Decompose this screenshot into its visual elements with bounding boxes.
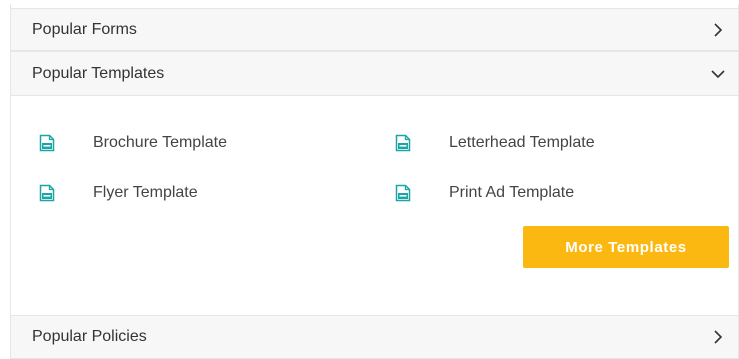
template-label: Print Ad Template [449,184,575,201]
template-link-flyer[interactable]: Flyer Template [39,184,198,202]
pdf-file-icon [395,134,411,152]
section-title: Popular Forms [32,20,137,38]
template-link-brochure[interactable]: Brochure Template [39,134,227,152]
template-label: Flyer Template [93,184,198,201]
section-title: Popular Policies [32,328,147,345]
pdf-file-icon [39,134,55,152]
template-link-letterhead[interactable]: Letterhead Template [395,134,595,152]
template-link-print-ad[interactable]: Print Ad Template [395,184,574,202]
section-title: Popular Templates [32,64,165,82]
pdf-file-icon [395,184,411,202]
section-body-popular-templates: Brochure Template Letterhead Template Fl… [11,96,738,315]
section-header-popular-policies[interactable]: Popular Policies [11,315,738,359]
section-header-popular-forms[interactable]: Popular Forms [11,8,738,51]
chevron-right-icon [714,22,723,37]
section-header-popular-templates[interactable]: Popular Templates [11,51,738,96]
more-templates-button[interactable]: More Templates [523,226,729,268]
pdf-file-icon [39,184,55,202]
chevron-right-icon [714,330,723,344]
accordion: Popular Forms Popular Templates Brochure… [10,4,739,359]
template-label: Letterhead Template [449,134,595,151]
template-label: Brochure Template [93,134,227,151]
chevron-down-icon [711,69,725,78]
